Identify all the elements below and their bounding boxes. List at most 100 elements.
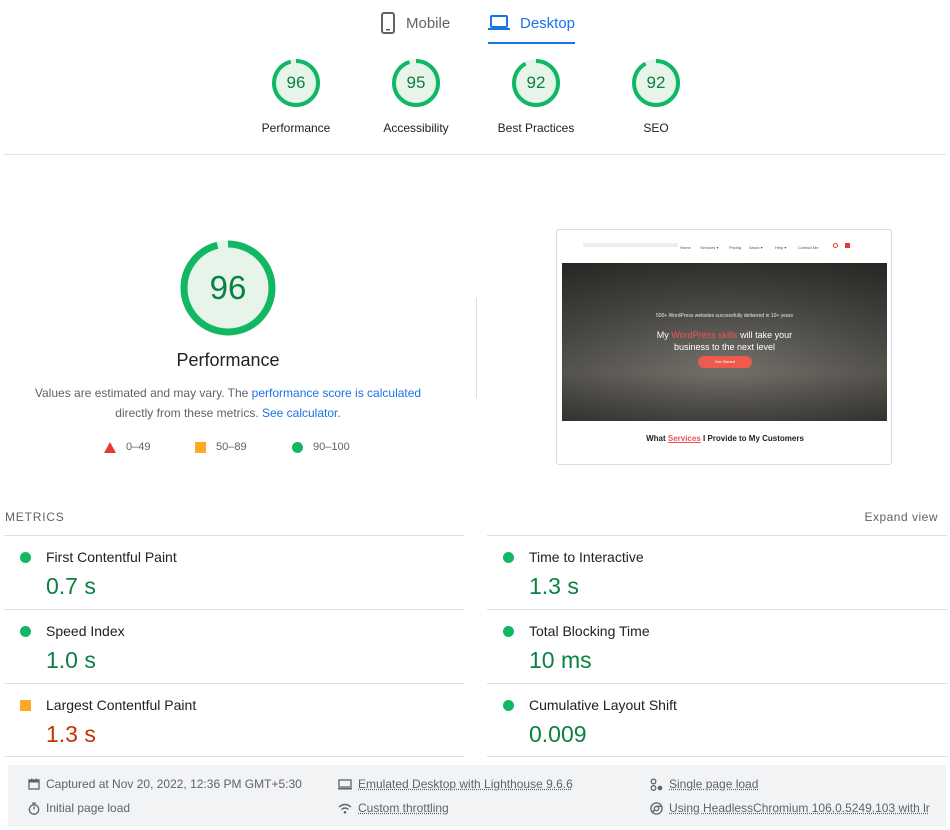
legend-range: 50–89: [216, 441, 247, 453]
legend-fail: 0–49: [104, 441, 150, 453]
metric-value: 1.0 s: [46, 647, 96, 673]
smartphone-icon: [380, 12, 396, 34]
thumbnail-nav-item: Contact Me: [798, 245, 819, 250]
performance-gauge: 96: [179, 239, 277, 337]
metric-time-to-interactive: Time to Interactive 1.3 s: [487, 535, 947, 609]
description-text: directly from these metrics.: [115, 406, 262, 420]
gauge-ring: 95: [391, 58, 441, 108]
final-screenshot[interactable]: Home Services ▾ Pricing About ▾ Help ▾ C…: [556, 229, 892, 465]
score-legend: 0–49 50–89 90–100: [100, 441, 400, 459]
hero-text: My: [656, 330, 672, 340]
browser-text: Using HeadlessChromium 106.0.5249.103 wi…: [669, 801, 930, 815]
metric-value: 10 ms: [529, 647, 592, 673]
thumbnail-hero: 500+ WordPress websites successfully del…: [562, 263, 887, 421]
metric-value: 0.009: [529, 721, 587, 747]
gauge-ring: 92: [631, 58, 681, 108]
gauge-seo[interactable]: 92 SEO: [596, 58, 716, 135]
gauge-ring: 96: [271, 58, 321, 108]
gauge-ring: 92: [511, 58, 561, 108]
gauge-label: SEO: [643, 121, 669, 135]
gauge-label: Best Practices: [497, 121, 575, 135]
emulated-device[interactable]: Emulated Desktop with Lighthouse 9.6.6: [338, 777, 573, 791]
square-icon: [195, 441, 206, 453]
description-text: Values are estimated and may vary. The: [34, 386, 252, 400]
see-calculator-link[interactable]: See calculator: [262, 406, 337, 420]
gauge-score: 92: [646, 73, 666, 92]
thumbnail-nav-item: Pricing: [729, 245, 742, 250]
thumbnail-nav-item: About ▾: [749, 245, 763, 250]
metric-name: First Contentful Paint: [46, 549, 177, 565]
pass-circle-icon: [20, 626, 31, 637]
tab-desktop[interactable]: Desktop: [488, 0, 576, 46]
metric-speed-index: Speed Index 1.0 s: [4, 609, 464, 683]
vertical-divider: [476, 298, 477, 398]
initial-load-text: Initial page load: [46, 801, 131, 815]
gauge-score: 95: [406, 73, 426, 92]
metric-value: 0.7 s: [46, 573, 96, 599]
pass-circle-icon: [503, 626, 514, 637]
thumbnail-nav-item: Home: [680, 245, 691, 250]
average-square-icon: [20, 700, 31, 711]
active-tab-indicator: [488, 42, 576, 44]
hero-text: business to the next level: [673, 342, 776, 352]
hero-text: will take your: [737, 330, 793, 340]
caption-text: What: [646, 434, 668, 443]
gauge-performance[interactable]: 96 Performance: [236, 58, 356, 135]
gauge-best-practices[interactable]: 92 Best Practices: [476, 58, 596, 135]
thumbnail-nav-item: Services ▾: [700, 245, 719, 250]
caption-text: I Provide to My Customers: [700, 434, 804, 443]
laptop-icon: [488, 15, 510, 31]
caption-accent: Services: [667, 434, 701, 443]
initial-page-load: Initial page load: [28, 801, 130, 815]
captured-at: Captured at Nov 20, 2022, 12:36 PM GMT+5…: [28, 777, 302, 791]
thumbnail-menu-icon: [845, 243, 850, 248]
legend-average: 50–89: [195, 441, 247, 453]
gauge-score: 92: [526, 73, 546, 92]
runtime-settings: Captured at Nov 20, 2022, 12:36 PM GMT+5…: [8, 765, 946, 827]
single-page-load[interactable]: Single page load: [650, 777, 758, 791]
throttling-text: Custom throttling: [358, 801, 449, 815]
hero-headline: My WordPress skills will take your busine…: [622, 329, 827, 353]
thumbnail-logo: [583, 243, 678, 247]
tab-mobile[interactable]: Mobile: [380, 0, 450, 46]
circle-icon: [292, 441, 303, 453]
gauge-label: Performance: [261, 121, 331, 135]
description-text: .: [337, 406, 341, 420]
emulated-text: Emulated Desktop with Lighthouse 9.6.6: [358, 777, 573, 791]
custom-throttling[interactable]: Custom throttling: [338, 801, 449, 815]
metric-name: Largest Contentful Paint: [46, 697, 197, 713]
metric-value: 1.3 s: [529, 573, 579, 599]
performance-title: Performance: [176, 350, 280, 370]
metric-first-contentful-paint: First Contentful Paint 0.7 s: [4, 535, 464, 609]
single-page-text: Single page load: [669, 777, 759, 791]
metric-total-blocking-time: Total Blocking Time 10 ms: [487, 609, 947, 683]
pass-circle-icon: [20, 552, 31, 563]
chrome-icon: [650, 801, 663, 815]
metric-name: Total Blocking Time: [529, 623, 650, 639]
legend-pass: 90–100: [292, 441, 350, 453]
nodes-icon: [650, 778, 663, 791]
performance-score-calculated-link[interactable]: performance score is calculated: [252, 386, 421, 400]
expand-view-toggle[interactable]: Expand view: [864, 510, 938, 524]
wifi-icon: [338, 803, 352, 814]
gauge-accessibility[interactable]: 95 Accessibility: [356, 58, 476, 135]
tab-mobile-label: Mobile: [406, 14, 451, 32]
section-divider: [4, 154, 946, 155]
browser-info[interactable]: Using HeadlessChromium 106.0.5249.103 wi…: [650, 801, 930, 815]
thumbnail-nav-item: Help ▾: [775, 245, 787, 250]
captured-text: Captured at Nov 20, 2022, 12:36 PM GMT+5…: [46, 777, 302, 791]
thumbnail-nav: Home Services ▾ Pricing About ▾ Help ▾ C…: [583, 240, 873, 254]
legend-range: 90–100: [313, 441, 350, 453]
metrics-heading: METRICS: [5, 510, 65, 524]
hero-button: Get Started: [698, 356, 752, 368]
hero-accent: WordPress skills: [671, 330, 738, 340]
hero-tagline: 500+ WordPress websites successfully del…: [656, 313, 793, 319]
metric-name: Cumulative Layout Shift: [529, 697, 677, 713]
metric-name: Speed Index: [46, 623, 125, 639]
gauge-label: Accessibility: [383, 121, 449, 135]
pass-circle-icon: [503, 552, 514, 563]
metric-largest-contentful-paint: Largest Contentful Paint 1.3 s: [4, 683, 464, 757]
triangle-icon: [104, 441, 116, 453]
calendar-icon: [28, 778, 40, 790]
thumbnail-caption: What Services I Provide to My Customers: [557, 434, 891, 443]
